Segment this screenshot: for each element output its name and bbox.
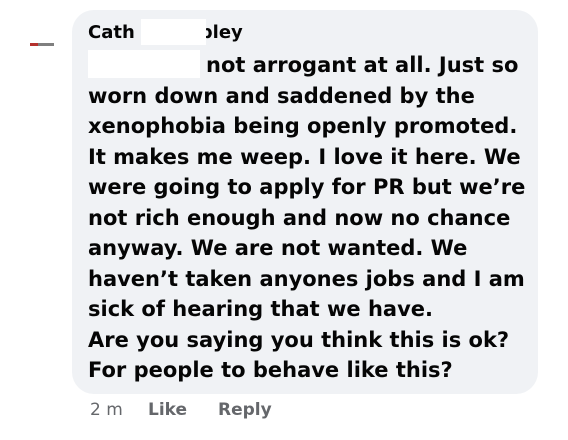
- comment-timestamp[interactable]: 2 m: [90, 398, 123, 422]
- comment-line: haven’t taken anyones jobs and I am: [88, 266, 525, 291]
- comment-line: Are you saying you think this is ok?: [88, 327, 510, 352]
- comment-line: For people to behave like this?: [88, 358, 453, 382]
- comment-line: were going to apply for PR but we’re: [88, 175, 526, 199]
- comment-line: xenophobia being openly promoted.: [88, 114, 518, 138]
- author-name-end: bley: [199, 22, 243, 43]
- comment-line: anyway. We are not wanted. We: [88, 236, 468, 260]
- comment-line: sick of hearing that we have.: [88, 297, 434, 321]
- avatar-icon[interactable]: [30, 43, 54, 47]
- reply-button[interactable]: Reply: [218, 398, 272, 422]
- author-name-start: Cath: [88, 22, 135, 43]
- comment-line: worn down and saddened by the: [88, 83, 475, 108]
- like-button[interactable]: Like: [148, 398, 187, 422]
- avatar-red-mark: [30, 43, 38, 46]
- redaction-box-name: [141, 19, 206, 45]
- redaction-box-text: [88, 50, 200, 78]
- comment-line: not rich enough and now no chance: [88, 205, 511, 230]
- comment-line: It makes me weep. I love it here. We: [88, 144, 521, 169]
- avatar-grey-mark: [38, 43, 54, 46]
- comment-text: not arrogant at all. Just so worn down a…: [88, 50, 528, 386]
